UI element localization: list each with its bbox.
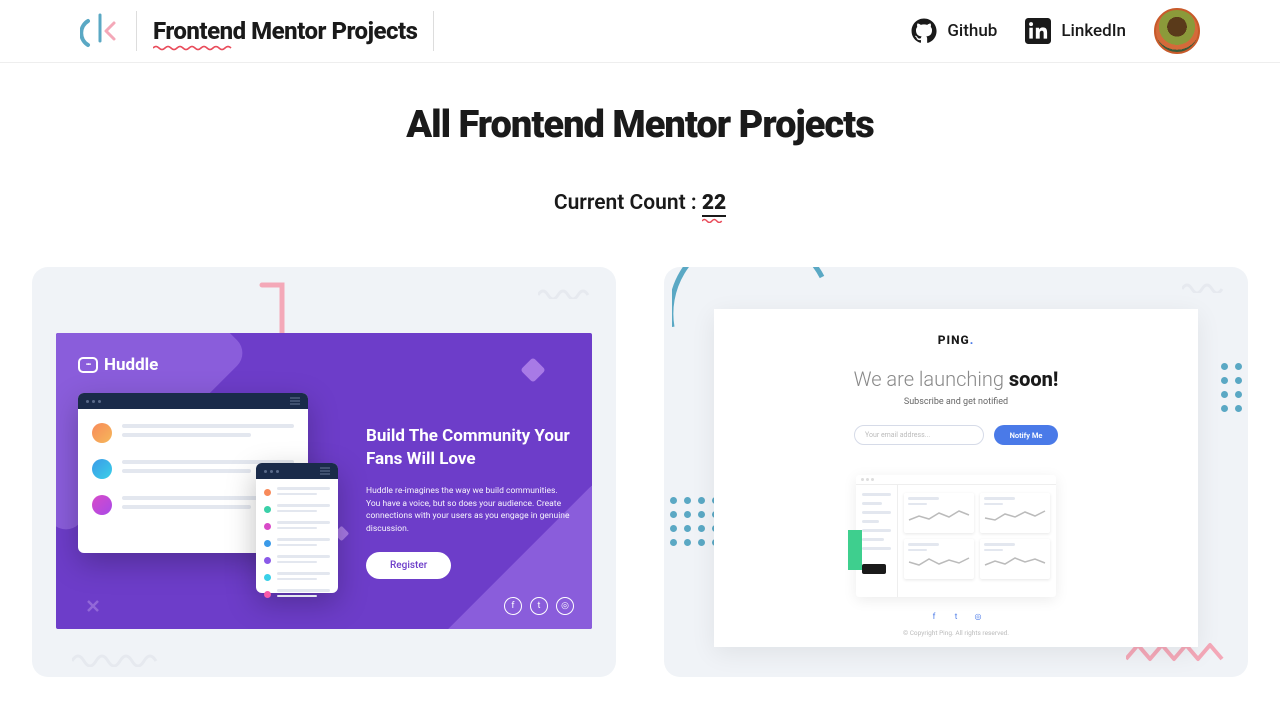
instagram-icon: ◎	[556, 597, 574, 615]
project-card-huddle[interactable]: Huddle	[32, 267, 616, 677]
ping-email-input: Your email address...	[854, 425, 984, 445]
deco-squiggle	[538, 285, 598, 299]
user-avatar[interactable]	[1154, 8, 1200, 54]
count-value: 22	[702, 191, 726, 217]
ping-mock: PING. We are launching soon! Subscribe a…	[714, 309, 1198, 647]
linkedin-label: LinkedIn	[1061, 21, 1126, 41]
project-grid: Huddle	[32, 267, 1248, 677]
deco-squiggle	[72, 649, 172, 667]
header-divider	[136, 11, 137, 51]
project-preview: Huddle	[32, 267, 616, 677]
ping-socials: f t ◎	[714, 611, 1198, 621]
facebook-icon: f	[504, 597, 522, 615]
twitter-icon: t	[951, 611, 961, 621]
count-label: Current Count :	[554, 191, 702, 215]
linkedin-link[interactable]: LinkedIn	[1025, 18, 1126, 44]
github-label: Github	[947, 21, 997, 41]
ping-form: Your email address... Notify Me	[714, 425, 1198, 445]
deco-cross	[86, 599, 100, 613]
huddle-mock: Huddle	[56, 333, 592, 629]
mock-window-small	[256, 463, 338, 593]
github-icon	[911, 18, 937, 44]
deco-shape	[232, 279, 292, 333]
site-title: Frontend Mentor Projects	[153, 17, 417, 45]
project-preview: PING. We are launching soon! Subscribe a…	[664, 267, 1248, 677]
ping-logo: PING.	[714, 333, 1198, 347]
huddle-register-button: Register	[366, 552, 451, 579]
linkedin-icon	[1025, 18, 1051, 44]
huddle-logo: Huddle	[78, 355, 158, 375]
huddle-copy: Build The Community Your Fans Will Love …	[366, 425, 574, 579]
site-title-text: Frontend Mentor Projects	[153, 17, 417, 45]
project-count: Current Count : 22	[32, 191, 1248, 217]
deco-dotgrid	[1221, 363, 1248, 412]
ping-copyright: © Copyright Ping. All rights reserved.	[714, 629, 1198, 637]
site-logo-icon[interactable]	[80, 11, 120, 51]
header-divider	[433, 11, 434, 51]
ping-sub: Subscribe and get notified	[714, 397, 1198, 407]
deco-squiggle	[1182, 279, 1232, 293]
github-link[interactable]: Github	[911, 18, 997, 44]
twitter-icon: t	[530, 597, 548, 615]
ping-heading: We are launching soon!	[714, 367, 1198, 391]
huddle-heading: Build The Community Your Fans Will Love	[366, 425, 574, 471]
facebook-icon: f	[929, 611, 939, 621]
deco-dotgrid	[670, 497, 719, 546]
header-right: Github LinkedIn	[911, 8, 1200, 54]
huddle-logo-icon	[78, 357, 98, 373]
ping-notify-button: Notify Me	[994, 425, 1058, 445]
deco-diamond	[520, 357, 545, 382]
header-left: Frontend Mentor Projects	[80, 11, 434, 51]
ping-dashboard-mock	[856, 475, 1056, 597]
huddle-body: Huddle re-imagines the way we build comm…	[366, 485, 574, 536]
huddle-brand: Huddle	[104, 355, 158, 375]
project-card-ping[interactable]: PING. We are launching soon! Subscribe a…	[664, 267, 1248, 677]
instagram-icon: ◎	[973, 611, 983, 621]
page-title: All Frontend Mentor Projects	[32, 103, 1248, 147]
site-header: Frontend Mentor Projects Github LinkedIn	[0, 0, 1280, 63]
squiggle-underline-icon	[153, 45, 233, 51]
main-content: All Frontend Mentor Projects Current Cou…	[0, 63, 1280, 677]
huddle-socials: f t ◎	[504, 597, 574, 615]
